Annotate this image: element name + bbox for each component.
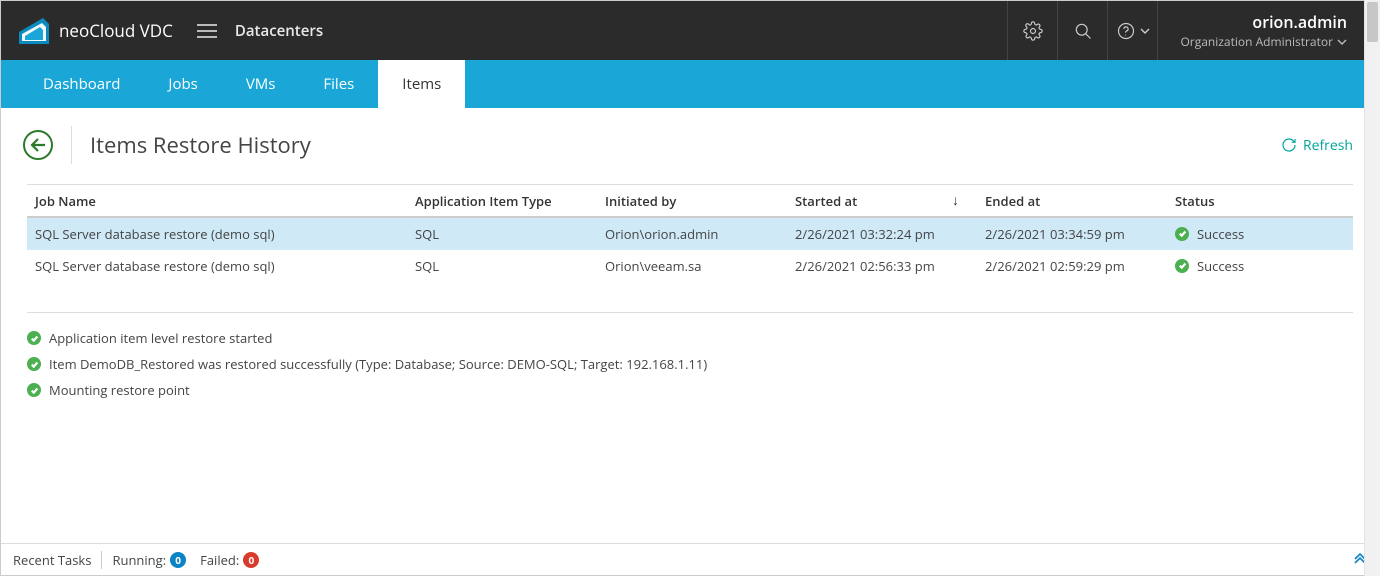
cell-status: Success — [1167, 257, 1353, 275]
cell-item-type: SQL — [407, 257, 597, 275]
cell-started-at: 2/26/2021 02:56:33 pm — [787, 257, 977, 275]
menu-icon[interactable] — [197, 24, 217, 38]
log-panel: Application item level restore startedIt… — [27, 312, 1353, 403]
cell-ended-at: 2/26/2021 03:34:59 pm — [977, 225, 1167, 243]
page-title: Items Restore History — [90, 130, 1281, 160]
page-header: Items Restore History Refresh — [1, 108, 1379, 178]
log-line: Item DemoDB_Restored was restored succes… — [27, 351, 1353, 377]
breadcrumb[interactable]: Datacenters — [235, 21, 323, 41]
col-job-name[interactable]: Job Name — [27, 192, 407, 210]
success-icon — [1175, 227, 1189, 241]
scrollbar[interactable] — [1364, 60, 1379, 543]
history-grid: Job Name Application Item Type Initiated… — [27, 184, 1353, 282]
sort-desc-icon: ↓ — [952, 191, 959, 210]
user-name: orion.admin — [1252, 11, 1347, 33]
tab-bar: DashboardJobsVMsFilesItems — [1, 60, 1379, 108]
chevron-down-icon — [1337, 37, 1347, 47]
cell-initiated-by: Orion\veeam.sa — [597, 257, 787, 275]
success-icon — [1175, 259, 1189, 273]
refresh-button[interactable]: Refresh — [1281, 136, 1353, 155]
top-icons — [1007, 1, 1157, 60]
tab-vms[interactable]: VMs — [222, 60, 300, 108]
settings-button[interactable] — [1007, 1, 1057, 60]
cell-started-at: 2/26/2021 03:32:24 pm — [787, 225, 977, 243]
help-button[interactable] — [1107, 1, 1157, 60]
tab-items[interactable]: Items — [378, 60, 465, 108]
tab-dashboard[interactable]: Dashboard — [19, 60, 144, 108]
success-icon — [27, 331, 41, 345]
status-bar: Recent Tasks Running: 0 Failed: 0 — [1, 543, 1379, 575]
cell-job-name: SQL Server database restore (demo sql) — [27, 225, 407, 243]
col-status[interactable]: Status — [1167, 192, 1353, 210]
success-icon — [27, 357, 41, 371]
table-row[interactable]: SQL Server database restore (demo sql)SQ… — [27, 250, 1353, 282]
running-count-badge: 0 — [170, 552, 186, 568]
top-bar: neoCloud VDC Datacenters orion.admin Org… — [1, 1, 1379, 60]
failed-label: Failed: — [200, 551, 239, 569]
search-button[interactable] — [1057, 1, 1107, 60]
user-block[interactable]: orion.admin Organization Administrator — [1157, 1, 1361, 60]
log-line: Application item level restore started — [27, 325, 1353, 351]
tab-files[interactable]: Files — [299, 60, 378, 108]
recent-tasks-label[interactable]: Recent Tasks — [13, 551, 91, 569]
col-ended-at[interactable]: Ended at — [977, 192, 1167, 210]
cell-ended-at: 2/26/2021 02:59:29 pm — [977, 257, 1167, 275]
user-role: Organization Administrator — [1180, 33, 1347, 50]
brand: neoCloud VDC — [19, 18, 173, 44]
divider — [71, 126, 72, 164]
running-label: Running: — [112, 551, 166, 569]
grid-header: Job Name Application Item Type Initiated… — [27, 184, 1353, 218]
brand-logo — [19, 18, 49, 44]
failed-count-badge: 0 — [243, 552, 259, 568]
col-started-at[interactable]: Started at↓ — [787, 191, 977, 210]
cell-job-name: SQL Server database restore (demo sql) — [27, 257, 407, 275]
col-item-type[interactable]: Application Item Type — [407, 192, 597, 210]
back-button[interactable] — [23, 130, 53, 160]
cell-initiated-by: Orion\orion.admin — [597, 225, 787, 243]
log-line: Mounting restore point — [27, 377, 1353, 403]
table-row[interactable]: SQL Server database restore (demo sql)SQ… — [27, 218, 1353, 250]
success-icon — [27, 383, 41, 397]
tab-jobs[interactable]: Jobs — [144, 60, 221, 108]
chevron-down-icon — [1140, 26, 1150, 36]
col-initiated-by[interactable]: Initiated by — [597, 192, 787, 210]
cell-status: Success — [1167, 225, 1353, 243]
cell-item-type: SQL — [407, 225, 597, 243]
refresh-icon — [1281, 137, 1297, 153]
brand-text: neoCloud VDC — [59, 19, 173, 42]
